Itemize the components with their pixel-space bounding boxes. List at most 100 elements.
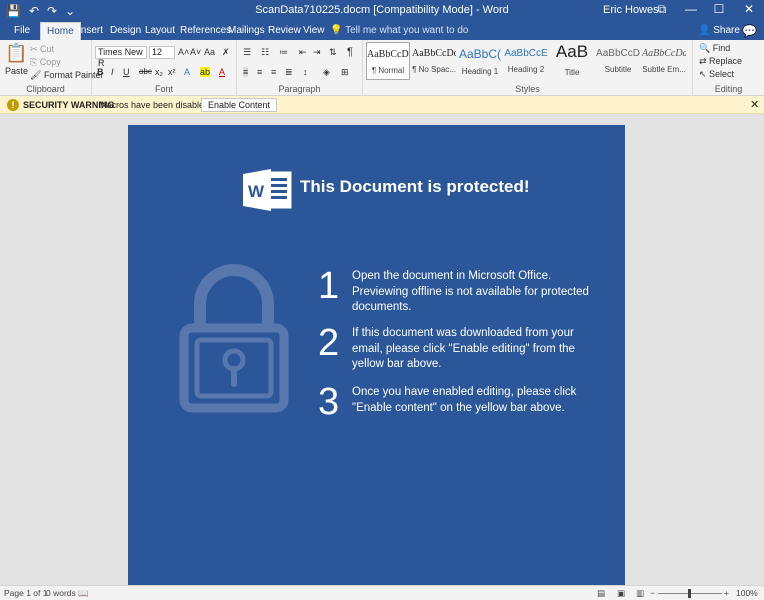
grow-font-button[interactable]: A˄ bbox=[178, 47, 189, 57]
font-group: Times New R 12 A˄ A˅ Aa ✗ B I U abc x₂ x… bbox=[92, 40, 237, 96]
proofing-icon[interactable]: 📖 bbox=[78, 588, 89, 599]
style-name: Heading 1 bbox=[461, 67, 499, 76]
copy-label: Copy bbox=[39, 57, 61, 67]
change-case-button[interactable]: Aa bbox=[204, 47, 215, 57]
web-layout-icon[interactable]: ▥ bbox=[636, 588, 644, 599]
bullets-icon[interactable]: ☰ bbox=[243, 47, 251, 58]
zoom-out-icon[interactable]: − bbox=[650, 588, 655, 598]
style-heading-2[interactable]: AaBbCcE Heading 2 bbox=[504, 42, 548, 80]
page-count[interactable]: Page 1 of 1 bbox=[4, 588, 47, 598]
zoom-in-icon[interactable]: + bbox=[724, 588, 729, 598]
document-image: W This Document is protected! 1 Open the… bbox=[128, 125, 625, 585]
style-title[interactable]: AaB Title bbox=[550, 42, 594, 80]
justify-icon[interactable]: ≣ bbox=[285, 67, 293, 78]
strikethrough-button[interactable]: abc bbox=[139, 67, 152, 76]
highlight-button[interactable]: ab bbox=[200, 67, 211, 77]
decrease-indent-icon[interactable]: ⇤ bbox=[299, 47, 307, 58]
underline-button[interactable]: U bbox=[123, 67, 130, 77]
paste-button[interactable]: Paste bbox=[5, 66, 28, 76]
paste-icon[interactable]: 📋 bbox=[5, 43, 27, 64]
tab-references[interactable]: References bbox=[180, 25, 231, 36]
tab-insert[interactable]: Insert bbox=[78, 25, 103, 36]
tell-me-search[interactable]: 💡 Tell me what you want to do bbox=[330, 25, 468, 36]
align-right-icon[interactable]: ≡ bbox=[271, 67, 276, 77]
bold-button[interactable]: B bbox=[97, 67, 104, 77]
paintbrush-icon: 🖌 bbox=[30, 70, 44, 80]
zoom-level[interactable]: 100% bbox=[736, 588, 758, 598]
copy-button[interactable]: ⎘ Copy bbox=[30, 57, 61, 68]
align-center-icon[interactable]: ≡ bbox=[257, 67, 262, 77]
shading-icon[interactable]: ◈ bbox=[323, 67, 330, 78]
minimize-button[interactable]: — bbox=[681, 2, 701, 16]
maximize-button[interactable]: ☐ bbox=[709, 2, 729, 16]
copy-icon: ⎘ bbox=[30, 57, 40, 67]
replace-label: Replace bbox=[709, 56, 743, 66]
numbering-icon[interactable]: ☷ bbox=[261, 47, 269, 58]
clear-formatting-button[interactable]: ✗ bbox=[222, 47, 230, 58]
style-name: ¶ No Spac... bbox=[412, 65, 456, 74]
sort-icon[interactable]: ⇅ bbox=[329, 47, 337, 58]
clipboard-label: Clipboard bbox=[26, 84, 65, 94]
style-no-spacing[interactable]: AaBbCcDd ¶ No Spac... bbox=[412, 42, 456, 80]
subscript-button[interactable]: x₂ bbox=[155, 67, 163, 77]
close-window-button[interactable]: ✕ bbox=[739, 2, 759, 16]
share-button[interactable]: 👤 Share bbox=[698, 25, 740, 36]
tab-layout[interactable]: Layout bbox=[145, 25, 175, 36]
document-page[interactable]: W This Document is protected! 1 Open the… bbox=[128, 125, 625, 585]
document-headline: This Document is protected! bbox=[300, 177, 530, 196]
step-text: If this document was downloaded from you… bbox=[352, 327, 575, 370]
comments-icon[interactable]: 💬 bbox=[742, 24, 757, 38]
word-logo-letter: W bbox=[248, 182, 265, 201]
word-count[interactable]: 0 words bbox=[46, 588, 76, 598]
show-marks-button[interactable]: ¶ bbox=[347, 46, 353, 58]
align-left-icon[interactable]: ≡ bbox=[243, 67, 249, 77]
tab-view[interactable]: View bbox=[303, 25, 325, 36]
style-name: Title bbox=[564, 68, 580, 77]
select-button[interactable]: ↖ Select bbox=[699, 69, 734, 80]
word-logo-icon: W bbox=[243, 169, 292, 211]
multilevel-list-icon[interactable]: ≔ bbox=[279, 47, 288, 58]
font-name-box[interactable]: Times New R bbox=[95, 46, 147, 68]
lightbulb-icon: 💡 bbox=[330, 25, 343, 36]
font-size-box[interactable]: 12 bbox=[149, 46, 175, 59]
tab-mailings[interactable]: Mailings bbox=[228, 25, 265, 36]
text-effects-button[interactable]: A bbox=[184, 67, 190, 77]
padlock-icon bbox=[179, 264, 289, 413]
read-mode-icon[interactable]: ▤ bbox=[597, 588, 605, 599]
font-label: Font bbox=[154, 84, 173, 94]
security-warning-message: Macros have been disabled. bbox=[99, 100, 212, 110]
step-number: 3 bbox=[318, 381, 340, 423]
enable-content-button[interactable]: Enable Content bbox=[201, 98, 278, 112]
document-canvas[interactable]: W This Document is protected! 1 Open the… bbox=[0, 114, 764, 585]
styles-group: AaBbCcDd ¶ Normal AaBbCcDd ¶ No Spac... … bbox=[363, 40, 693, 96]
style-sample: AaBbCcDd bbox=[367, 49, 409, 60]
borders-icon[interactable]: ⊞ bbox=[341, 67, 349, 78]
tab-home[interactable]: Home bbox=[40, 22, 81, 40]
style-subtle-emphasis[interactable]: AaBbCcDdE Subtle Em... bbox=[642, 42, 686, 80]
style-name: Heading 2 bbox=[507, 65, 545, 74]
styles-label: Styles bbox=[515, 84, 540, 94]
print-layout-icon[interactable]: ▣ bbox=[617, 588, 625, 599]
replace-button[interactable]: ⇄ Replace bbox=[699, 56, 742, 67]
close-warning-icon[interactable]: ✕ bbox=[750, 98, 759, 111]
user-name[interactable]: Eric Howes bbox=[603, 4, 659, 16]
tab-design[interactable]: Design bbox=[110, 25, 141, 36]
tab-file[interactable]: File bbox=[14, 25, 30, 36]
style-subtitle[interactable]: AaBbCcD Subtitle bbox=[596, 42, 640, 80]
style-heading-1[interactable]: AaBbC( Heading 1 bbox=[458, 42, 502, 80]
tab-review[interactable]: Review bbox=[268, 25, 301, 36]
italic-button[interactable]: I bbox=[111, 67, 114, 77]
style-normal[interactable]: AaBbCcDd ¶ Normal bbox=[366, 42, 410, 80]
share-label: Share bbox=[713, 25, 740, 36]
ribbon-display-options-icon[interactable]: ⧉ bbox=[652, 2, 672, 17]
ribbon-home: 📋 Paste ✂ Cut ⎘ Copy 🖌 Format Painter Cl… bbox=[0, 40, 764, 96]
increase-indent-icon[interactable]: ⇥ bbox=[313, 47, 321, 58]
font-color-button[interactable]: A bbox=[219, 67, 225, 77]
find-button[interactable]: 🔍 Find bbox=[699, 43, 730, 54]
shrink-font-button[interactable]: A˅ bbox=[190, 47, 201, 57]
cursor-icon: ↖ bbox=[699, 69, 710, 79]
zoom-slider-thumb[interactable] bbox=[688, 589, 691, 598]
superscript-button[interactable]: x² bbox=[168, 67, 176, 77]
cut-button[interactable]: ✂ Cut bbox=[30, 44, 54, 55]
line-spacing-icon[interactable]: ↕ bbox=[303, 67, 308, 77]
